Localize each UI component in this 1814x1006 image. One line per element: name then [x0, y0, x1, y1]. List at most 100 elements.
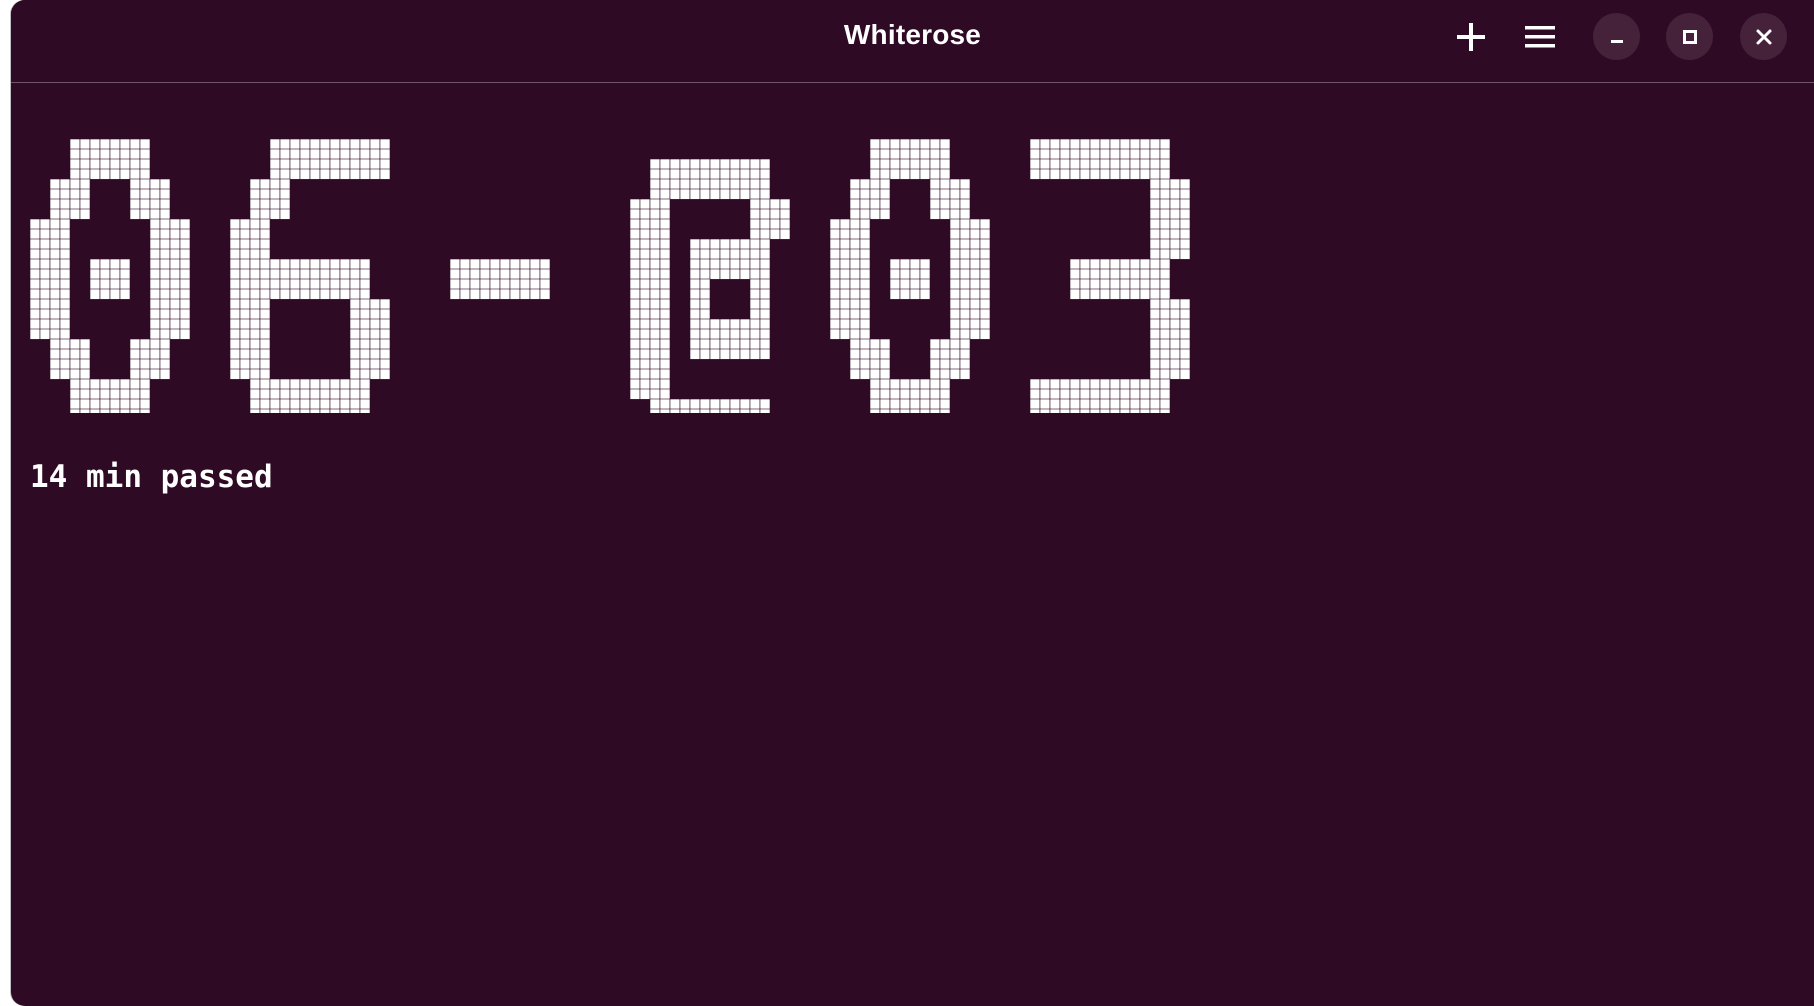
- clock-block: [1059, 138, 1071, 150]
- title-bar[interactable]: Whiterose: [11, 0, 1814, 83]
- clock-block: [1129, 288, 1141, 300]
- clock-block: [59, 208, 71, 220]
- clock-block: [69, 138, 81, 150]
- clock-block: [629, 318, 641, 330]
- clock-block: [869, 338, 881, 350]
- clock-block: [1069, 258, 1081, 270]
- clock-block: [119, 378, 131, 390]
- clock-block: [159, 308, 171, 320]
- clock-block: [139, 148, 151, 160]
- clock-block: [289, 158, 301, 170]
- clock-block: [259, 358, 271, 370]
- clock-block: [329, 278, 341, 290]
- clock-block: [159, 288, 171, 300]
- clock-block: [629, 248, 641, 260]
- clock-block: [959, 218, 971, 230]
- clock-block: [739, 248, 751, 260]
- clock-block: [79, 168, 91, 180]
- clock-block: [69, 398, 81, 410]
- clock-block: [169, 308, 181, 320]
- clock-block: [359, 288, 371, 300]
- terminal-content[interactable]: 14 min passed: [11, 83, 1814, 1006]
- clock-block: [309, 388, 321, 400]
- clock-block: [299, 148, 311, 160]
- clock-block: [119, 278, 131, 290]
- clock-block: [1069, 398, 1081, 410]
- clock-block: [1039, 138, 1051, 150]
- clock-block: [1079, 378, 1091, 390]
- clock-block: [1039, 378, 1051, 390]
- clock-block: [649, 228, 661, 240]
- clock-block: [49, 178, 61, 190]
- clock-block: [1079, 268, 1091, 280]
- clock-block: [859, 188, 871, 200]
- clock-block: [1169, 238, 1181, 250]
- clock-block: [969, 268, 981, 280]
- clock-block: [159, 208, 171, 220]
- clock-block: [859, 318, 871, 330]
- clock-block: [1169, 368, 1181, 380]
- clock-block: [909, 388, 921, 400]
- clock-block: [1059, 388, 1071, 400]
- clock-block: [929, 408, 941, 413]
- clock-block: [1069, 288, 1081, 300]
- clock-block: [39, 248, 51, 260]
- clock-block: [709, 178, 721, 190]
- clock-block: [1079, 408, 1091, 413]
- clock-block: [1069, 148, 1081, 160]
- clock-block: [139, 398, 151, 410]
- clock-block: [649, 358, 661, 370]
- clock-block: [279, 178, 291, 190]
- clock-block: [1049, 168, 1061, 180]
- clock-block: [849, 208, 861, 220]
- clock-block: [829, 318, 841, 330]
- clock-block: [69, 188, 81, 200]
- maximize-button[interactable]: [1666, 13, 1713, 60]
- clock-block: [779, 208, 791, 220]
- clock-block: [89, 258, 101, 270]
- clock-block: [969, 318, 981, 330]
- clock-block: [699, 178, 711, 190]
- minimize-button[interactable]: [1593, 13, 1640, 60]
- clock-block: [239, 318, 251, 330]
- clock-block: [939, 188, 951, 200]
- clock-block: [79, 148, 91, 160]
- clock-block: [769, 208, 781, 220]
- clock-block: [229, 368, 241, 380]
- clock-block: [69, 358, 81, 370]
- clock-block: [1039, 388, 1051, 400]
- clock-block: [659, 338, 671, 350]
- clock-block: [259, 278, 271, 290]
- clock-block: [1159, 208, 1171, 220]
- clock-block: [1119, 258, 1131, 270]
- clock-block: [709, 268, 721, 280]
- clock-block: [529, 278, 541, 290]
- clock-block: [289, 148, 301, 160]
- clock-block: [1159, 398, 1171, 410]
- clock-block: [69, 168, 81, 180]
- clock-block: [939, 398, 951, 410]
- clock-block: [979, 308, 991, 320]
- clock-block: [729, 248, 741, 260]
- clock-block: [59, 198, 71, 210]
- clock-block: [659, 238, 671, 250]
- menu-button[interactable]: [1517, 14, 1563, 60]
- clock-block: [719, 408, 731, 413]
- new-tab-button[interactable]: [1448, 14, 1494, 60]
- clock-block: [139, 358, 151, 370]
- clock-block: [169, 288, 181, 300]
- clock-block: [259, 378, 271, 390]
- clock-block: [229, 298, 241, 310]
- clock-block: [279, 278, 291, 290]
- clock-block: [509, 278, 521, 290]
- close-button[interactable]: [1740, 13, 1787, 60]
- clock-block: [849, 278, 861, 290]
- clock-block: [59, 268, 71, 280]
- clock-block: [919, 388, 931, 400]
- clock-block: [1119, 158, 1131, 170]
- clock-block: [239, 288, 251, 300]
- clock-block: [639, 368, 651, 380]
- clock-block: [719, 348, 731, 360]
- clock-block: [119, 288, 131, 300]
- clock-block: [979, 248, 991, 260]
